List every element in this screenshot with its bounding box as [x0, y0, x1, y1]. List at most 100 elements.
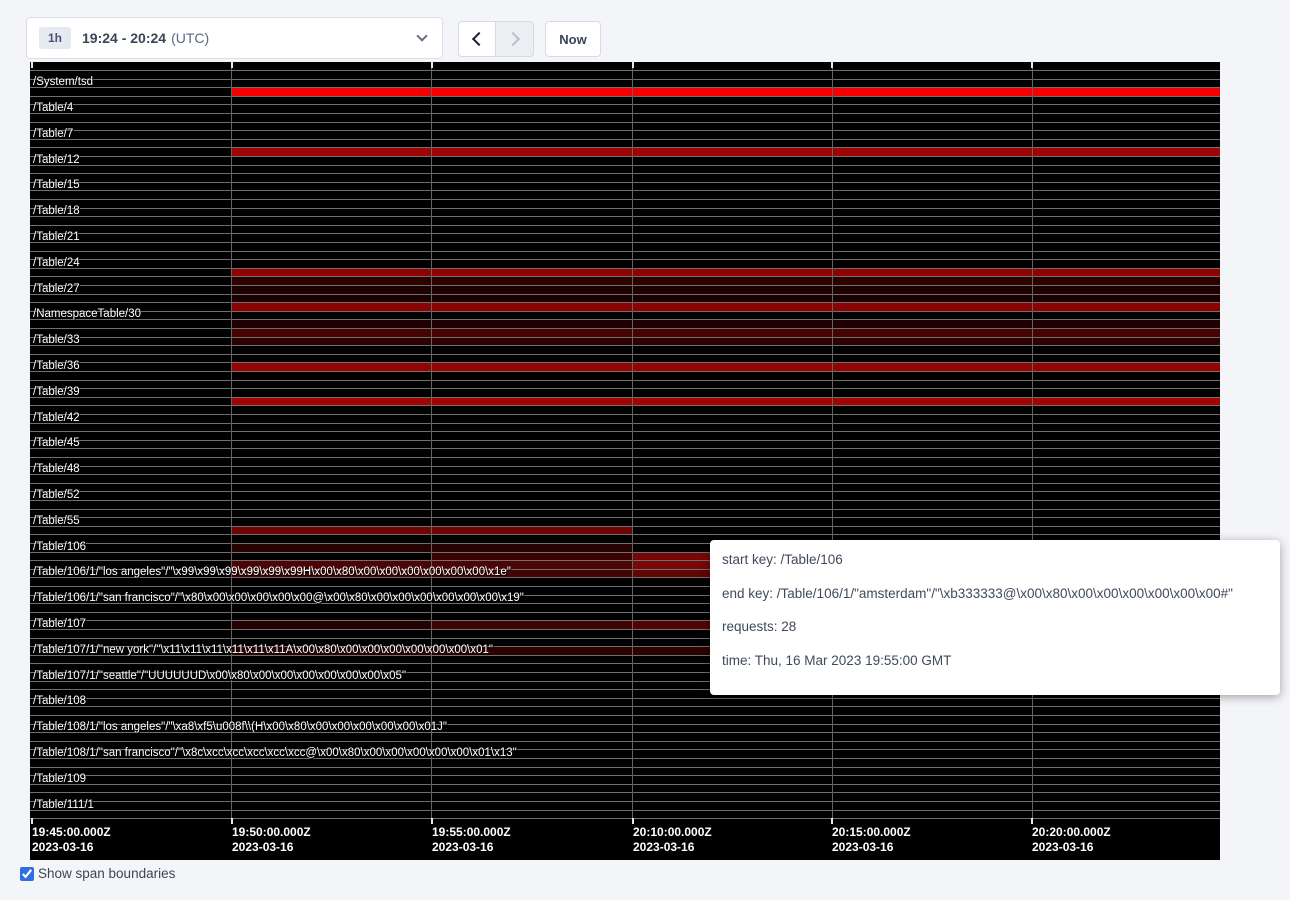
key-label: /Table/108 — [33, 695, 86, 708]
span-boundary-line — [30, 362, 1220, 363]
axis-tick — [31, 62, 33, 68]
span-boundary-line — [30, 113, 1220, 114]
key-label: /NamespaceTable/30 — [33, 308, 141, 321]
heat-band — [632, 560, 710, 569]
span-boundary-line — [30, 388, 1220, 389]
span-boundary-line — [30, 259, 1220, 260]
key-label: /Table/36 — [33, 360, 80, 373]
time-grid-line — [1032, 62, 1033, 818]
time-tick-label: 19:45:00.000Z 2023-03-16 — [32, 825, 111, 855]
span-boundary-line — [30, 775, 1220, 776]
axis-tick — [831, 818, 833, 824]
heat-band — [232, 543, 632, 552]
span-boundary-line — [30, 165, 1220, 166]
time-tick-label: 19:50:00.000Z 2023-03-16 — [232, 825, 311, 855]
span-boundary-line — [30, 87, 1220, 88]
span-boundary-line — [30, 431, 1220, 432]
span-boundary-line — [30, 276, 1220, 277]
span-boundary-line — [30, 801, 1220, 802]
heat-band — [632, 569, 710, 578]
next-range-button[interactable] — [496, 21, 534, 57]
key-label: /Table/107 — [33, 618, 86, 631]
key-label: /Table/24 — [33, 257, 80, 270]
heat-band — [632, 552, 710, 561]
span-boundary-line — [30, 96, 1220, 97]
span-boundary-line — [30, 285, 1220, 286]
chevron-down-icon — [416, 30, 427, 41]
time-grid-line — [231, 62, 232, 818]
span-boundary-line — [30, 371, 1220, 372]
axis-tick — [431, 62, 433, 68]
tooltip-time: time: Thu, 16 Mar 2023 19:55:00 GMT — [722, 644, 1280, 678]
span-boundary-line — [30, 440, 1220, 441]
key-label: /Table/111/1 — [33, 799, 94, 812]
span-boundary-line — [30, 810, 1220, 811]
span-boundary-line — [30, 457, 1220, 458]
span-boundary-line — [30, 130, 1220, 131]
time-nav-buttons — [458, 21, 534, 57]
heat-band — [232, 147, 1220, 156]
span-boundary-line — [30, 173, 1220, 174]
span-boundary-line — [30, 251, 1220, 252]
key-label: /Table/45 — [33, 437, 80, 450]
span-boundary-line — [30, 225, 1220, 226]
key-label: /Table/109 — [33, 773, 86, 786]
span-boundary-line — [30, 767, 1220, 768]
key-label: /Table/12 — [33, 154, 80, 167]
span-boundary-line — [30, 70, 1220, 71]
span-boundary-line — [30, 466, 1220, 467]
footer-controls: Show span boundaries — [20, 866, 175, 881]
span-boundary-line — [30, 526, 1220, 527]
axis-tick — [831, 62, 833, 68]
span-boundary-line — [30, 380, 1220, 381]
key-label: /Table/39 — [33, 386, 80, 399]
chevron-right-icon — [505, 32, 519, 46]
span-tooltip: start key: /Table/106 end key: /Table/10… — [710, 540, 1280, 695]
key-label: /Table/4 — [33, 102, 73, 115]
axis-tick — [632, 62, 634, 68]
span-boundary-line — [30, 500, 1220, 501]
span-boundary-line — [30, 792, 1220, 793]
time-grid-line — [632, 62, 633, 818]
time-tick-label: 20:20:00.000Z 2023-03-16 — [1032, 825, 1111, 855]
span-boundary-line — [30, 319, 1220, 320]
span-boundary-line — [30, 233, 1220, 234]
heat-band — [232, 285, 1220, 294]
heat-band — [232, 276, 1220, 285]
now-button[interactable]: Now — [545, 21, 601, 57]
show-span-boundaries-checkbox[interactable] — [20, 867, 34, 881]
time-range-selector[interactable]: 1h 19:24 - 20:24 (UTC) — [26, 17, 443, 59]
axis-tick — [1031, 818, 1033, 824]
span-boundary-line — [30, 302, 1220, 303]
heat-band — [232, 319, 1220, 328]
key-label: /Table/55 — [33, 515, 80, 528]
key-label: /Table/108/1/"san francisco"/"\x8c\xcc\x… — [33, 747, 517, 760]
heat-band — [232, 620, 431, 629]
range-text: 19:24 - 20:24 — [82, 30, 166, 46]
heat-band — [232, 302, 1220, 311]
key-label: /Table/107/1/"seattle"/"UUUUUUD\x00\x80\… — [33, 670, 406, 683]
heat-band — [232, 294, 1220, 303]
heat-band — [232, 337, 1220, 346]
span-boundary-line — [30, 147, 1220, 148]
key-label: /Table/21 — [33, 231, 80, 244]
axis-tick — [431, 818, 433, 824]
span-boundary-line — [30, 354, 1220, 355]
prev-range-button[interactable] — [458, 21, 496, 57]
span-boundary-line — [30, 414, 1220, 415]
axis-tick — [632, 818, 634, 824]
tooltip-start-key: start key: /Table/106 — [722, 543, 1280, 577]
span-boundary-line — [30, 190, 1220, 191]
tooltip-requests: requests: 28 — [722, 610, 1280, 644]
heatmap-canvas[interactable]: /System/tsd/Table/4/Table/7/Table/12/Tab… — [30, 62, 1220, 860]
span-boundary-line — [30, 405, 1220, 406]
span-boundary-line — [30, 397, 1220, 398]
axis-tick — [31, 818, 33, 824]
span-boundary-line — [30, 491, 1220, 492]
key-label: /Table/106/1/"san francisco"/"\x80\x00\x… — [33, 592, 524, 605]
key-label: /System/tsd — [33, 76, 93, 89]
key-label: /Table/106 — [33, 541, 86, 554]
span-boundary-line — [30, 328, 1220, 329]
span-boundary-line — [30, 715, 1220, 716]
span-boundary-line — [30, 294, 1220, 295]
